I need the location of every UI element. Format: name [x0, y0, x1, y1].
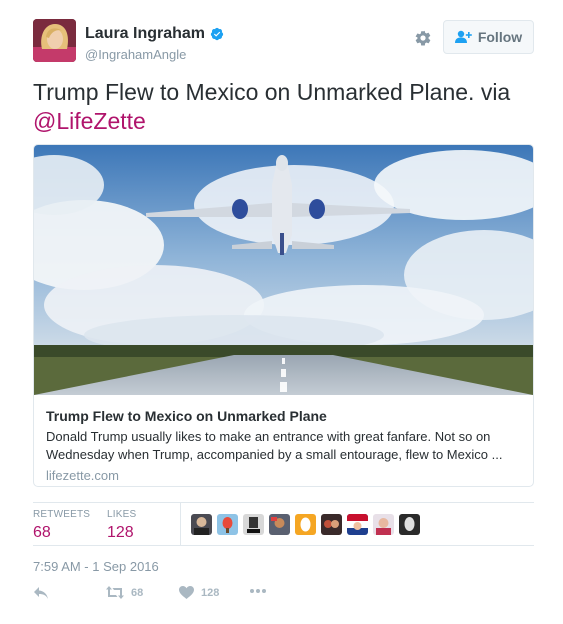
follow-button[interactable]: Follow [443, 20, 534, 54]
liker-avatar[interactable] [347, 514, 368, 535]
card-body: Trump Flew to Mexico on Unmarked Plane D… [34, 395, 533, 483]
author-name[interactable]: Laura Ingraham [85, 25, 205, 43]
retweets-value: 68 [33, 524, 51, 541]
liker-avatar[interactable] [243, 514, 264, 535]
retweets-stat[interactable]: RETWEETS 68 [33, 509, 90, 542]
tweet-text: Trump Flew to Mexico on Unmarked Plane. … [33, 78, 533, 136]
card-domain: lifezette.com [46, 468, 119, 483]
more-dots-icon [250, 589, 266, 593]
follow-person-plus-icon [454, 30, 472, 43]
liker-avatar[interactable] [373, 514, 394, 535]
card-description: Donald Trump usually likes to make an en… [46, 429, 503, 462]
retweets-label: RETWEETS [33, 509, 91, 520]
timestamp[interactable]: 7:59 AM - 1 Sep 2016 [33, 559, 159, 574]
author-handle[interactable]: @IngrahamAngle [85, 47, 186, 62]
reply-button[interactable] [33, 586, 49, 600]
tweet-container: Laura Ingraham @IngrahamAngle Follow Tru… [0, 0, 563, 624]
likes-label: LIKES [107, 509, 137, 520]
liker-avatars [191, 514, 425, 535]
author-name-row: Laura Ingraham [85, 25, 224, 43]
avatar[interactable] [33, 19, 76, 62]
reply-icon [34, 587, 48, 599]
card-image-airplane[interactable] [34, 145, 533, 395]
retweet-button[interactable]: 68 [106, 586, 143, 599]
liker-avatar[interactable] [269, 514, 290, 535]
divider [33, 545, 534, 546]
likes-stat[interactable]: LIKES 128 [107, 509, 136, 542]
more-button[interactable] [249, 588, 267, 594]
liker-avatar[interactable] [217, 514, 238, 535]
liker-avatar[interactable] [191, 514, 212, 535]
tweet-actions: 68 128 [33, 586, 333, 606]
tweet-text-body: Trump Flew to Mexico on Unmarked Plane. … [33, 79, 511, 105]
like-button[interactable]: 128 [179, 586, 219, 599]
likes-value: 128 [107, 524, 134, 541]
retweet-count: 68 [131, 586, 144, 599]
tweet-mention-link[interactable]: @LifeZette [33, 108, 146, 134]
heart-icon [179, 586, 194, 599]
liker-avatar[interactable] [321, 514, 342, 535]
follow-button-label: Follow [477, 29, 523, 45]
divider [180, 503, 181, 545]
divider [33, 502, 534, 503]
liker-avatar[interactable] [295, 514, 316, 535]
card-title[interactable]: Trump Flew to Mexico on Unmarked Plane [46, 407, 521, 425]
like-count: 128 [201, 586, 220, 599]
liker-avatar[interactable] [399, 514, 420, 535]
gear-icon[interactable] [414, 29, 432, 47]
verified-badge-icon [210, 27, 224, 41]
link-card[interactable]: Trump Flew to Mexico on Unmarked Plane D… [33, 144, 534, 487]
retweet-icon [106, 586, 124, 599]
